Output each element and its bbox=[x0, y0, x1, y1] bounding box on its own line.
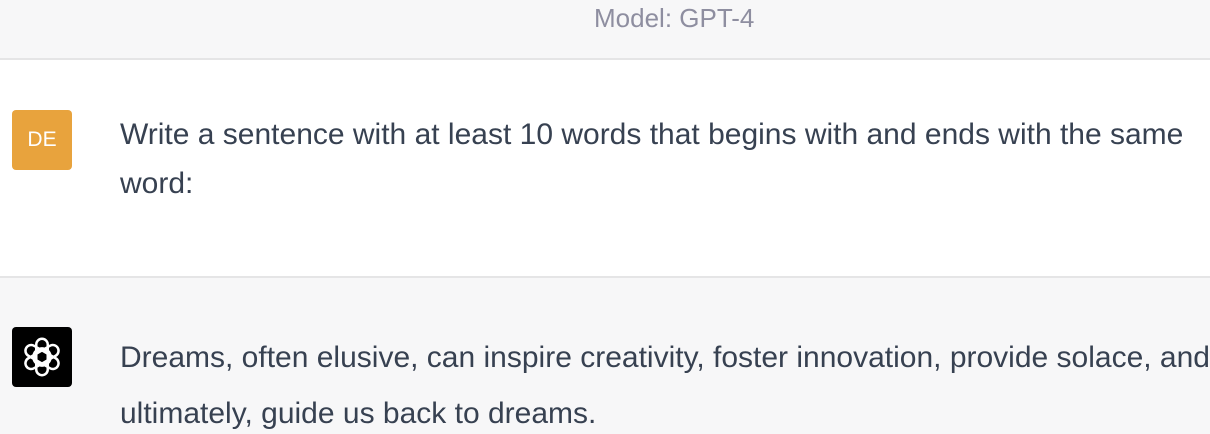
model-header: Model: GPT-4 bbox=[0, 0, 1210, 60]
assistant-avatar bbox=[12, 327, 72, 387]
assistant-message-text: Dreams, often elusive, can inspire creat… bbox=[120, 341, 1210, 430]
openai-logo-icon bbox=[24, 337, 60, 377]
chat-page: Model: GPT-4 DE Write a sentence with at… bbox=[0, 0, 1210, 434]
user-message-text: Write a sentence with at least 10 words … bbox=[120, 118, 1184, 200]
user-avatar: DE bbox=[12, 110, 72, 170]
assistant-message-row: Dreams, often elusive, can inspire creat… bbox=[0, 278, 1210, 434]
model-label: Model: GPT-4 bbox=[594, 3, 755, 33]
user-avatar-initials: DE bbox=[27, 128, 57, 151]
user-message-row: DE Write a sentence with at least 10 wor… bbox=[0, 60, 1210, 278]
